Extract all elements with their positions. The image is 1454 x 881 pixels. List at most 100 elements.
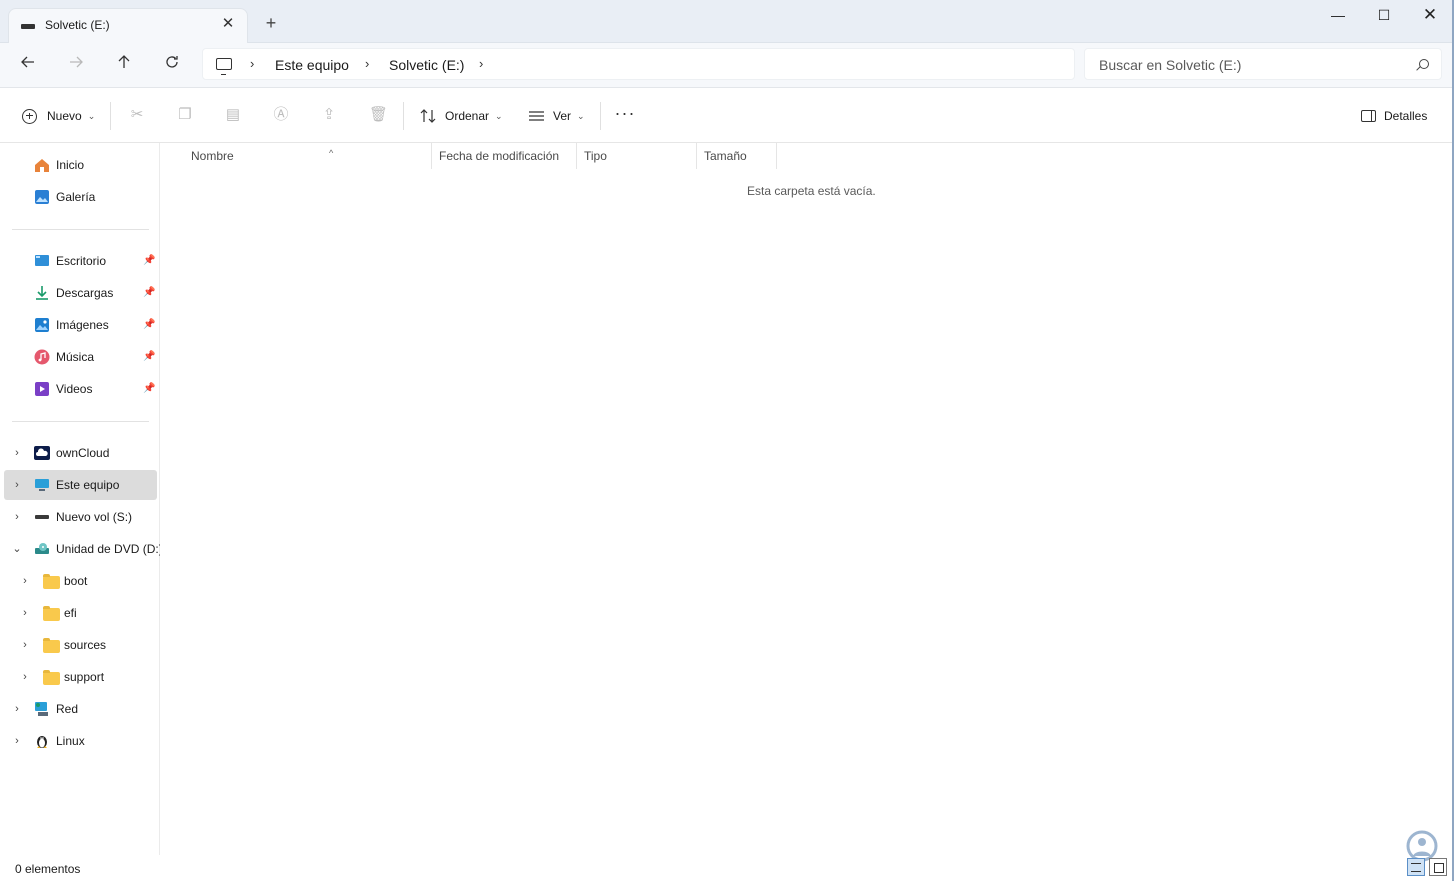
chevron-right-icon[interactable]: › bbox=[20, 576, 30, 587]
chevron-right-icon[interactable]: › bbox=[12, 480, 22, 491]
column-header-label: Fecha de modificación bbox=[439, 149, 560, 163]
sidebar-item-escritorio[interactable]: Escritorio 📌 bbox=[4, 246, 157, 276]
pin-icon[interactable]: 📌 bbox=[143, 255, 155, 266]
chevron-right-icon[interactable]: › bbox=[365, 56, 369, 71]
sidebar-item-label: Galería bbox=[56, 190, 96, 204]
share-icon[interactable]: ⇪ bbox=[321, 106, 337, 124]
chevron-right-icon[interactable]: › bbox=[20, 640, 30, 651]
details-button[interactable]: Detalles bbox=[1361, 104, 1427, 128]
download-icon bbox=[36, 286, 48, 300]
sidebar-item-support[interactable]: › support bbox=[4, 662, 157, 692]
column-header-type[interactable]: Tipo bbox=[577, 143, 697, 169]
sidebar-item-este-equipo[interactable]: › Este equipo bbox=[4, 470, 157, 500]
view-button[interactable]: Ver ⌄ bbox=[528, 104, 585, 128]
sidebar-item-linux[interactable]: › Linux bbox=[4, 726, 157, 756]
refresh-icon bbox=[166, 56, 178, 68]
divider bbox=[600, 102, 601, 130]
chevron-right-icon[interactable]: › bbox=[20, 672, 30, 683]
chevron-right-icon[interactable]: › bbox=[250, 56, 254, 71]
drive-icon bbox=[21, 24, 35, 29]
sidebar-item-sources[interactable]: › sources bbox=[4, 630, 157, 660]
item-count: 0 elementos bbox=[15, 862, 81, 876]
close-window-button[interactable]: ✕ bbox=[1407, 0, 1453, 32]
new-button[interactable]: Nuevo ⌄ bbox=[22, 104, 95, 128]
more-options-icon[interactable]: ··· bbox=[613, 104, 637, 122]
view-list-icon bbox=[529, 111, 544, 121]
up-button[interactable] bbox=[110, 52, 138, 78]
add-icon bbox=[22, 108, 37, 124]
sidebar-item-label: Videos bbox=[56, 382, 93, 396]
folder-icon bbox=[43, 638, 60, 653]
back-button[interactable] bbox=[14, 52, 42, 78]
folder-icon bbox=[43, 606, 60, 621]
chevron-right-icon[interactable]: › bbox=[479, 56, 483, 71]
sidebar-item-videos[interactable]: Videos 📌 bbox=[4, 374, 157, 404]
sidebar-item-galeria[interactable]: Galería bbox=[4, 182, 157, 212]
sort-ascending-icon: ^ bbox=[329, 148, 334, 158]
chevron-right-icon[interactable]: › bbox=[12, 704, 22, 715]
column-header-date[interactable]: Fecha de modificación bbox=[432, 143, 577, 169]
chevron-down-icon: ⌄ bbox=[495, 110, 503, 121]
details-view-toggle[interactable] bbox=[1407, 858, 1425, 876]
sidebar-item-owncloud[interactable]: › ownCloud bbox=[4, 438, 157, 468]
sidebar-item-label: Nuevo vol (S:) bbox=[56, 510, 133, 524]
sidebar-item-label: Unidad de DVD (D:) bbox=[56, 542, 163, 556]
tiles-view-toggle[interactable] bbox=[1429, 858, 1447, 876]
divider bbox=[12, 229, 149, 230]
chevron-right-icon[interactable]: › bbox=[20, 608, 30, 619]
sidebar-item-nuevo-vol[interactable]: › Nuevo vol (S:) bbox=[4, 502, 157, 532]
sidebar-item-imagenes[interactable]: Imágenes 📌 bbox=[4, 310, 157, 340]
chevron-right-icon[interactable]: › bbox=[12, 448, 22, 459]
arrow-right-icon bbox=[70, 56, 83, 68]
desktop-icon bbox=[35, 255, 49, 266]
copy-icon[interactable]: ❐ bbox=[177, 106, 193, 124]
sort-icon bbox=[420, 109, 436, 123]
address-bar: › Este equipo › Solvetic (E:) › Buscar e… bbox=[0, 43, 1454, 88]
cut-icon[interactable]: ✂ bbox=[129, 106, 145, 124]
close-tab-icon[interactable]: ✕ bbox=[217, 13, 239, 35]
new-tab-button[interactable]: + bbox=[260, 13, 282, 35]
status-bar: 0 elementos bbox=[0, 855, 1454, 881]
drive-icon bbox=[35, 515, 49, 519]
sidebar-item-label: Red bbox=[56, 702, 79, 716]
sidebar-item-dvd[interactable]: ⌄ Unidad de DVD (D:) bbox=[4, 534, 162, 564]
chevron-right-icon[interactable]: › bbox=[12, 512, 22, 523]
rename-icon[interactable]: Ⓐ bbox=[273, 106, 289, 124]
search-placeholder: Buscar en Solvetic (E:) bbox=[1099, 57, 1242, 73]
tab-solvetic[interactable]: Solvetic (E:) ✕ bbox=[8, 8, 248, 43]
pin-icon[interactable]: 📌 bbox=[143, 287, 155, 298]
sidebar-item-inicio[interactable]: Inicio bbox=[4, 150, 157, 180]
pin-icon[interactable]: 📌 bbox=[143, 383, 155, 394]
chevron-right-icon[interactable]: › bbox=[12, 736, 22, 747]
breadcrumb-este-equipo[interactable]: Este equipo bbox=[275, 57, 349, 73]
paste-icon[interactable]: ▤ bbox=[225, 106, 241, 124]
delete-icon[interactable]: 🗑 bbox=[369, 106, 388, 124]
maximize-button[interactable]: ☐ bbox=[1361, 0, 1407, 32]
details-pane-icon bbox=[1361, 110, 1376, 122]
sidebar-item-musica[interactable]: Música 📌 bbox=[4, 342, 157, 372]
pin-icon[interactable]: 📌 bbox=[143, 319, 155, 330]
sidebar-item-label: Descargas bbox=[56, 286, 114, 300]
sidebar-item-label: Imágenes bbox=[56, 318, 109, 332]
pin-icon[interactable]: 📌 bbox=[143, 351, 155, 362]
details-label: Detalles bbox=[1384, 109, 1428, 123]
refresh-button[interactable] bbox=[158, 52, 186, 78]
column-header-size[interactable]: Tamaño bbox=[697, 143, 777, 169]
folder-icon bbox=[43, 574, 60, 589]
sidebar-item-descargas[interactable]: Descargas 📌 bbox=[4, 278, 157, 308]
chevron-down-icon[interactable]: ⌄ bbox=[12, 544, 22, 555]
title-bar: Solvetic (E:) ✕ + — ☐ ✕ bbox=[0, 0, 1454, 43]
breadcrumb-solvetic[interactable]: Solvetic (E:) bbox=[389, 57, 464, 73]
search-input[interactable]: Buscar en Solvetic (E:) bbox=[1084, 48, 1442, 80]
sidebar-item-red[interactable]: › Red bbox=[4, 694, 157, 724]
forward-button[interactable] bbox=[62, 52, 90, 78]
arrow-up-icon bbox=[118, 55, 130, 68]
sidebar-item-efi[interactable]: › efi bbox=[4, 598, 157, 628]
breadcrumb[interactable]: › Este equipo › Solvetic (E:) › bbox=[202, 48, 1075, 80]
sidebar-item-boot[interactable]: › boot bbox=[4, 566, 157, 596]
navigation-pane: Inicio Galería Escritorio 📌 Descargas 📌 … bbox=[0, 143, 163, 855]
column-header-name[interactable]: ^ Nombre bbox=[184, 143, 432, 169]
network-icon bbox=[35, 702, 48, 716]
sort-button[interactable]: Ordenar ⌄ bbox=[420, 104, 503, 128]
minimize-button[interactable]: — bbox=[1315, 0, 1361, 32]
